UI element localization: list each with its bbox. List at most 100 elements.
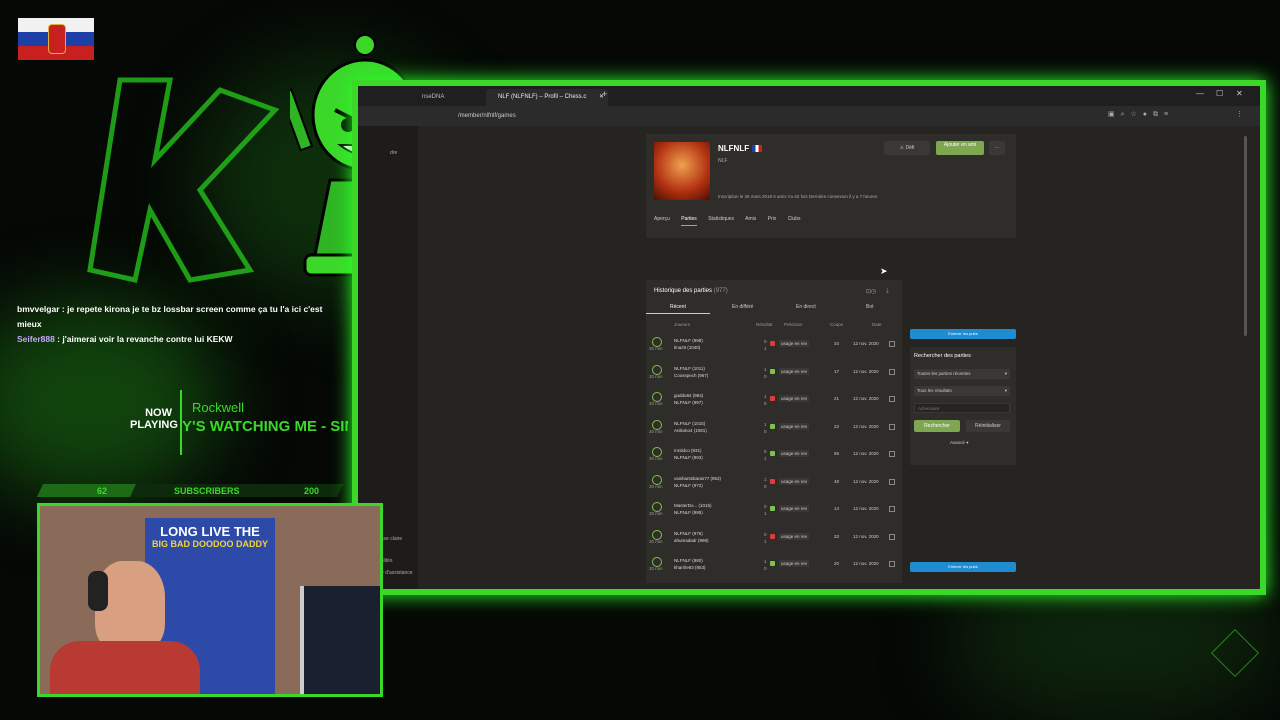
player-black[interactable]: ahumadadr (998) [674,538,709,543]
player-black[interactable]: NLFNLF (972) [674,483,703,488]
game-row[interactable]: 30 min NLFNLF (998) lmaz9 (1040) 0 1 usage en… [646,332,902,359]
nav-fragment[interactable]: dre [390,150,397,156]
tab-recent[interactable]: Récent [670,304,686,310]
game-row[interactable]: 30 min mrsldco (931) NLFNLF (993) 0 1 usage e… [646,442,902,469]
maximize-icon[interactable]: ☐ [1216,89,1223,98]
menu-icon[interactable]: ⋮ [1236,110,1243,118]
player-black[interactable]: lmaz9 (1040) [674,345,700,350]
tab-awards[interactable]: Prix [768,216,777,222]
select-checkbox[interactable] [889,561,895,567]
player-black[interactable]: Coosspech (967) [674,373,708,378]
player-white[interactable]: NLFNLF (976) [674,531,703,536]
extensions-icons[interactable]: ▣⌕☆●⧉≡ [1108,110,1174,119]
game-date: 12 nov. 2020 [853,451,879,456]
player-white[interactable]: vaishantsbaras77 (953) [674,476,721,481]
minimize-icon[interactable]: — [1196,89,1204,98]
tab-stats[interactable]: Statistiques [708,216,734,222]
search-button[interactable]: Rechercher [914,420,960,432]
challenge-button[interactable]: ⚔ Défi [884,141,930,155]
game-row[interactable]: 30 min MasterDo... (1015) NLFNLF (995) 0 1 us… [646,497,902,524]
select-checkbox[interactable] [889,423,895,430]
tab-chess-profile[interactable]: NLF (NLFNLF) – Profil – Chess.c ✕ [486,89,608,106]
result-score: 10 [764,366,767,379]
time-control: 30 min [649,566,663,571]
tab-overview[interactable]: Aperçu [654,216,670,222]
game-row[interactable]: 30 min NLFNLF (980) kharrile93 (953) 1 0 usag… [646,552,902,579]
game-row[interactable]: 30 min NLFNLF (1015) Anikoko4 (1081) 1 0 usag… [646,415,902,442]
result-score: 01 [764,449,767,461]
remove-ads-button-bottom[interactable]: Enlever les pubs [910,562,1016,572]
tab-games[interactable]: Parties [681,216,697,226]
time-control: 30 min [649,511,663,516]
loss-icon [770,396,775,401]
game-date: 12 nov. 2020 [853,423,879,429]
now-playing-widget: NOW PLAYING Rockwell Y'S WATCHING ME - SI… [130,390,350,460]
profile-stats: Inscription le 26 mars 2018 5 amis Vu 62… [718,194,878,199]
player-black[interactable]: Anikoko4 (1081) [674,428,707,433]
tab-clubs[interactable]: Clubs [788,216,801,222]
accuracy-button[interactable]: usage en rev [779,367,810,375]
player-white[interactable]: guddu84 (984) [674,393,703,398]
history-settings-icon[interactable]: ⊡◷ [866,288,876,295]
select-result[interactable]: Tous les résultats ▾ [914,386,1010,396]
chat-username: bmvvelgar [17,304,60,314]
new-tab-icon[interactable]: + [602,89,607,99]
chat-text: j'aimerai voir la revanche contre lui KE… [62,334,233,344]
player-black[interactable]: kharrile93 (953) [674,565,706,570]
select-checkbox[interactable] [889,533,895,540]
tab-other[interactable]: nseDNA [410,89,477,106]
player-white[interactable]: NLFNLF (998) [674,338,703,343]
player-white[interactable]: MasterDo... (1015) [674,503,712,508]
game-row[interactable]: 30 min NLFNLF (976) ahumadadr (998) 0 1 usage… [646,525,902,552]
accuracy-button[interactable]: usage en rev [779,505,810,512]
tab-bot[interactable]: Bot [866,304,874,310]
player-white[interactable]: mrsldco (931) [674,448,702,453]
chevron-down-icon: ▾ [1004,371,1007,376]
accuracy-button[interactable]: usage en rev [779,450,810,457]
player-white[interactable]: NLFNLF (1011) [674,366,705,371]
chat-username: Seifer888 [17,334,55,344]
select-checkbox[interactable] [889,451,895,457]
game-row[interactable]: 30 min NLFNLF (1011) Coosspech (967) 1 0 usag… [646,360,902,387]
accuracy-button[interactable]: usage en rev [779,422,810,430]
reset-button[interactable]: Réinitialiser [966,420,1010,432]
player-white[interactable]: NLFNLF (1015) [674,421,705,426]
advanced-toggle[interactable]: Avancé ▾ [950,440,968,446]
loss-icon [770,533,775,539]
player-black[interactable]: NLFNLF (995) [674,510,703,515]
accuracy-button[interactable]: usage en rev [779,340,810,347]
accuracy-button[interactable]: usage en rev [779,477,810,485]
download-icon[interactable]: ⤓ [886,288,889,295]
accuracy-button[interactable]: usage en rev [779,395,810,402]
sub-goal-label: SUBSCRIBERS [174,486,240,496]
player-black[interactable]: NLFNLF (993) [674,455,703,460]
player-white[interactable]: NLFNLF (980) [674,558,703,563]
select-checkbox[interactable] [889,396,895,402]
select-checkbox[interactable] [889,478,895,485]
select-period[interactable]: Toutes les parties récentes ▾ [914,369,1010,379]
select-checkbox[interactable] [889,368,895,375]
tab-live[interactable]: En direct [796,304,816,310]
page-scrollbar[interactable] [1244,136,1247,336]
url-field[interactable]: /member/nlfnlf/games [458,109,516,123]
accuracy-button[interactable]: usage en rev [779,532,810,540]
opponent-input[interactable] [914,403,1010,413]
more-options-button[interactable]: ··· [989,141,1005,155]
history-count: (977) [713,288,728,294]
player-black[interactable]: NLFNLF (997) [674,400,703,405]
select-checkbox[interactable] [889,341,895,347]
select-checkbox[interactable] [889,506,895,512]
eagle-emblem-icon [48,24,66,54]
game-date: 12 nov. 2020 [853,368,879,374]
now-playing-label: NOW PLAYING [130,407,178,431]
accuracy-button[interactable]: usage en rev [779,560,810,567]
close-window-icon[interactable]: ✕ [1236,89,1243,98]
add-friend-button[interactable]: Ajouter en ami [936,141,984,155]
remove-ads-button[interactable]: Enlever les pubs [910,329,1016,339]
nav-fragment[interactable]: tre d'assistance [378,570,413,576]
game-row[interactable]: 30 min guddu84 (984) NLFNLF (997) 1 0 usage e… [646,387,902,414]
tab-friends[interactable]: Amis [745,216,756,222]
game-row[interactable]: 30 min vaishantsbaras77 (953) NLFNLF (972)… [646,470,902,497]
tab-daily[interactable]: En différé [732,304,753,310]
browser-window: nseDNA NLF (NLFNLF) – Profil – Chess.c ✕… [352,80,1266,595]
